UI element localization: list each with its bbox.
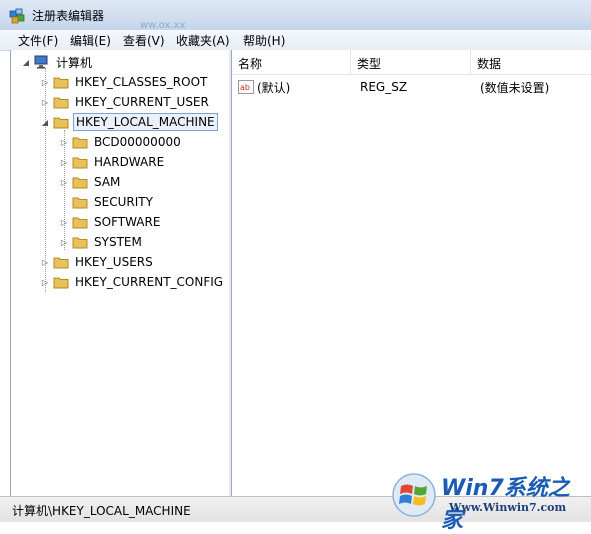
svg-text:ab: ab <box>240 83 250 92</box>
tree-item-security[interactable]: ▷ SECURITY <box>59 192 155 212</box>
tree-item-label: HARDWARE <box>94 155 165 169</box>
tree-item-label: SECURITY <box>94 195 153 209</box>
regedit-app-icon <box>9 8 25 24</box>
tree-item-label: HKEY_USERS <box>75 255 153 269</box>
menu-file[interactable]: 文件(F) <box>16 32 60 49</box>
expand-arrow-icon[interactable]: ▷ <box>59 138 69 147</box>
expand-arrow-icon[interactable]: ▷ <box>40 78 50 87</box>
tree-item-label: HKEY_CLASSES_ROOT <box>75 75 208 89</box>
tree-item-software[interactable]: ▷ SOFTWARE <box>59 212 162 232</box>
tree-item-hkey-current-config[interactable]: ▷ HKEY_CURRENT_CONFIG <box>40 272 225 292</box>
computer-icon <box>34 55 48 69</box>
folder-icon <box>53 97 69 109</box>
value-list[interactable]: 名称 类型 数据 ab (默认) REG_SZ (数值未设置) <box>231 50 591 496</box>
expand-arrow-icon[interactable]: ▷ <box>59 238 69 247</box>
tree-item-label: HKEY_LOCAL_MACHINE <box>73 113 218 131</box>
folder-icon <box>53 77 69 89</box>
string-value-icon: ab <box>238 80 254 94</box>
menu-help[interactable]: 帮助(H) <box>241 32 287 49</box>
folder-icon <box>72 177 88 189</box>
registry-tree[interactable]: ◢ 计算机 ▷ HKEY_CLASSES_ROOT ▷ HKEY_CURRENT… <box>10 50 230 497</box>
column-header-type[interactable]: 类型 <box>351 50 471 75</box>
tree-item-label: SOFTWARE <box>94 215 161 229</box>
expand-arrow-icon[interactable]: ▷ <box>59 178 69 187</box>
tree-item-label: SAM <box>94 175 121 189</box>
status-path: 计算机\HKEY_LOCAL_MACHINE <box>12 504 191 518</box>
windows-logo-icon <box>392 473 436 517</box>
menu-edit[interactable]: 编辑(E) <box>68 32 113 49</box>
tree-item-hkey-classes-root[interactable]: ▷ HKEY_CLASSES_ROOT <box>40 72 209 92</box>
value-type: REG_SZ <box>360 80 408 94</box>
folder-icon <box>72 137 88 149</box>
tree-item-hardware[interactable]: ▷ HARDWARE <box>59 152 166 172</box>
expand-arrow-icon[interactable]: ▷ <box>40 278 50 287</box>
expand-arrow-icon[interactable]: ▷ <box>40 258 50 267</box>
folder-icon <box>72 157 88 169</box>
tree-item-label: SYSTEM <box>94 235 142 249</box>
watermark-url: Www.Winwin7.com <box>449 501 567 514</box>
tree-item-hkey-current-user[interactable]: ▷ HKEY_CURRENT_USER <box>40 92 211 112</box>
folder-icon <box>72 237 88 249</box>
value-name: (默认) <box>257 80 291 95</box>
expand-arrow-icon[interactable]: ▷ <box>40 98 50 107</box>
watermark: Win7系统之家 Www.Winwin7.com <box>391 468 591 533</box>
window-title: 注册表编辑器 <box>32 9 105 23</box>
tree-item-label: BCD00000000 <box>94 135 181 149</box>
expand-arrow-icon[interactable]: ▷ <box>59 158 69 167</box>
tree-item-computer[interactable]: ◢ 计算机 <box>21 52 94 72</box>
tree-item-sam[interactable]: ▷ SAM <box>59 172 122 192</box>
tree-item-hkey-local-machine[interactable]: ◢ HKEY_LOCAL_MACHINE <box>40 112 218 132</box>
folder-icon <box>72 197 88 209</box>
column-header-name[interactable]: 名称 <box>232 50 351 75</box>
tree-item-label: HKEY_CURRENT_USER <box>75 95 209 109</box>
menu-favorites[interactable]: 收藏夹(A) <box>174 32 232 49</box>
title-bar[interactable]: 注册表编辑器 ww.ox.xx <box>0 0 591 31</box>
collapse-arrow-icon[interactable]: ◢ <box>40 118 50 127</box>
folder-icon <box>53 277 69 289</box>
value-data: (数值未设置) <box>480 80 550 95</box>
folder-open-icon <box>53 117 69 129</box>
menu-bar: 文件(F) 编辑(E) 查看(V) 收藏夹(A) 帮助(H) <box>0 30 591 51</box>
menu-view[interactable]: 查看(V) <box>121 32 167 49</box>
expand-arrow-icon[interactable]: ▷ <box>59 218 69 227</box>
tree-item-label: HKEY_CURRENT_CONFIG <box>75 275 224 289</box>
tree-item-hkey-users[interactable]: ▷ HKEY_USERS <box>40 252 155 272</box>
value-row[interactable]: ab (默认) REG_SZ (数值未设置) <box>238 77 588 97</box>
tree-item-system[interactable]: ▷ SYSTEM <box>59 232 144 252</box>
column-header-data[interactable]: 数据 <box>471 50 591 75</box>
tree-item-label: 计算机 <box>56 55 93 70</box>
folder-icon <box>72 217 88 229</box>
tree-item-bcd00000000[interactable]: ▷ BCD00000000 <box>59 132 183 152</box>
folder-icon <box>53 257 69 269</box>
collapse-arrow-icon[interactable]: ◢ <box>21 58 31 67</box>
